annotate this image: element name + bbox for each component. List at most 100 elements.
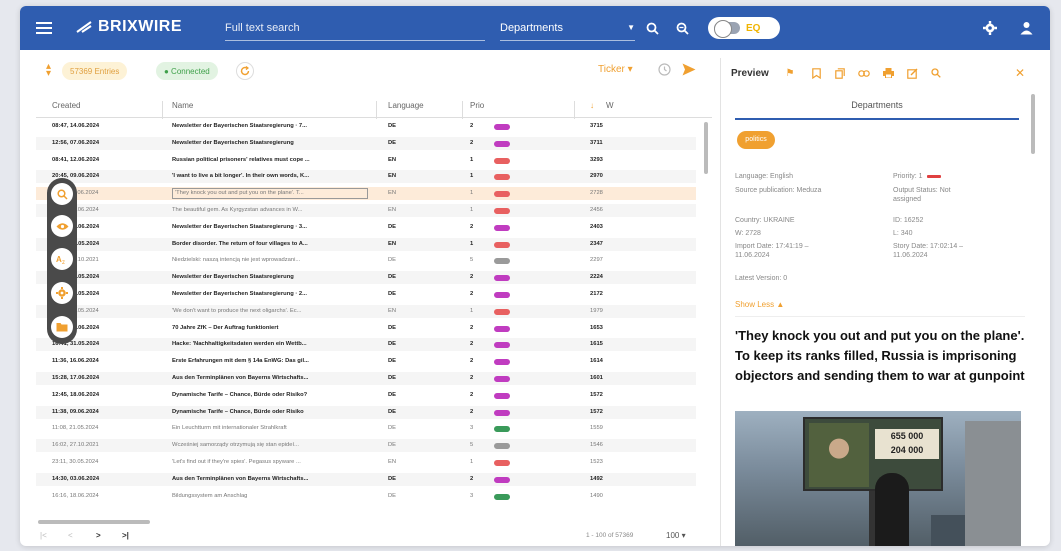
print-icon[interactable] [881, 66, 895, 80]
table-row[interactable]: 15:28, 17.06.2024 Aus den Terminplänen vo… [36, 372, 696, 385]
first-page-button[interactable]: |< [40, 531, 47, 540]
column-divider[interactable] [574, 101, 575, 119]
settings-icon[interactable] [51, 282, 73, 304]
cell-language: DE [388, 123, 397, 129]
ticker-dropdown[interactable]: Ticker ▾ [598, 64, 633, 75]
menu-icon[interactable] [34, 18, 54, 38]
cell-w: 1490 [590, 492, 603, 499]
cell-language: EN [388, 307, 397, 314]
priority-color-bar [494, 342, 510, 349]
cell-language: EN [388, 190, 397, 197]
last-page-button[interactable]: >| [122, 531, 129, 540]
full-text-search-input[interactable] [225, 15, 485, 41]
column-divider[interactable] [376, 101, 377, 119]
sort-desc-icon[interactable]: ↓ [590, 101, 594, 110]
cell-created: 12:45, 18.06.2024 [52, 391, 100, 398]
photo-soldier [809, 423, 869, 487]
article-headline: 'They knock you out and put you on the p… [735, 328, 1025, 383]
entries-toolbar: ▴ ▾ 57369 Entries ● Connected Ticker ▾ [20, 50, 712, 90]
table-row[interactable]: 13:31, 03.06.202470 Jahre ZfK – Der Auft… [36, 322, 696, 335]
table-row[interactable]: 08:47, 14.06.2024 Newsletter der Bayerisc… [36, 120, 696, 133]
cell-created: 12:56, 07.06.2024 [52, 139, 100, 146]
table-row[interactable]: 12:56, 07.06.2024Newsletter der Bayerisc… [36, 221, 696, 234]
col-header-created[interactable]: Created [52, 101, 80, 110]
column-divider[interactable] [462, 101, 463, 119]
priority-color-bar [494, 325, 510, 332]
horizontal-scrollbar[interactable] [38, 520, 150, 524]
cell-w: 1546 [590, 442, 603, 449]
col-header-prio[interactable]: Prio [470, 101, 484, 110]
table-row[interactable]: 10:56, 24.05.2024Newsletter der Bayerisc… [36, 271, 696, 285]
table-row[interactable]: 17:03, 21.05.2024'We don't want to produ… [36, 304, 696, 318]
departments-field[interactable]: Departments [735, 92, 1019, 120]
table-row[interactable]: 11:08, 21.05.2024 Ein Leuchtturm mit inte… [36, 422, 696, 435]
preview-scrollbar[interactable] [1031, 94, 1035, 154]
priority-color-bar [494, 191, 510, 198]
copy-icon[interactable] [833, 66, 847, 80]
send-icon[interactable] [682, 63, 696, 81]
table-row[interactable]: 11:36, 16.06.2024 Erste Erfahrungen mit d… [36, 355, 696, 368]
table-row[interactable]: 08:41, 12.06.2024 Russian political priso… [36, 154, 696, 167]
cell-name: Newsletter der Bayerischen Staatsregieru… [172, 274, 294, 281]
table-row[interactable]: 08:39, 31.05.2024Newsletter der Bayerisc… [36, 288, 696, 301]
cell-prio: 1 [470, 207, 474, 213]
cell-prio: 1 [470, 240, 474, 247]
politics-tag[interactable]: politics [737, 131, 775, 149]
meta-story-date: Story Date: 17:02:14 – 11.06.2024 [893, 243, 964, 259]
cell-language: EN [388, 459, 397, 465]
entries-panel: ▴ ▾ 57369 Entries ● Connected Ticker ▾ Cr… [20, 50, 712, 546]
flag-icon[interactable]: ⚑ [783, 66, 797, 80]
eq-toggle[interactable]: EQ [708, 17, 780, 39]
table-row[interactable]: 17:41, 11.06.2024'They knock you out and… [36, 187, 696, 201]
table-row[interactable]: 23:11, 30.05.2024 'Let's find out if they… [36, 456, 696, 469]
table-row[interactable]: 16:16, 18.06.2024 Bildungssystem am Ansch… [36, 490, 696, 503]
app-title: BRIXWIRE [98, 18, 182, 35]
eye-icon[interactable] [51, 215, 73, 237]
table-row[interactable]: 11:38, 09.06.2024 Dynamische Tarife – Cha… [36, 405, 696, 419]
show-less-toggle[interactable]: Show Less ▲ [735, 300, 784, 309]
table-row[interactable]: 16:02, 27.10.2021 Wcześniej samorządy otr… [36, 439, 696, 453]
priority-color-bar [494, 174, 510, 181]
search-icon[interactable] [642, 18, 662, 38]
table-row[interactable]: 20:45, 09.06.2024 'I want to live a bit l… [36, 170, 696, 184]
cell-w: 1523 [590, 459, 603, 465]
table-row[interactable]: 12:45, 18.06.2024 Dynamische Tarife – Cha… [36, 389, 696, 402]
link-icon[interactable] [857, 66, 871, 80]
cell-name: Dynamische Tarife – Chance, Bürde oder R… [172, 408, 304, 415]
folder-icon[interactable] [51, 316, 73, 338]
vertical-scrollbar[interactable] [704, 122, 708, 174]
table-row[interactable]: 16:41, 31.05.2024 Hacke: 'Nachhaltigkeits… [36, 338, 696, 352]
col-header-w[interactable]: W [606, 101, 614, 110]
cell-created: 08:41, 12.06.2024 [52, 156, 100, 163]
bookmark-icon[interactable] [809, 66, 823, 80]
table-row[interactable]: 15:03, 14.06.2024The beautiful gem. As K… [36, 204, 696, 217]
next-page-button[interactable]: > [96, 531, 101, 540]
cell-language: DE [388, 492, 397, 499]
departments-select[interactable]: Departments ▼ [500, 15, 635, 41]
cell-prio: 2 [470, 375, 474, 381]
search-icon[interactable] [51, 183, 73, 205]
close-icon[interactable]: ✕ [1013, 66, 1027, 80]
search-icon[interactable] [929, 66, 943, 80]
priority-color-bar [494, 224, 510, 231]
cell-prio: 2 [470, 408, 474, 415]
col-header-name[interactable]: Name [172, 101, 193, 110]
table-row[interactable]: 14:30, 03.06.2024 Aus den Terminplänen vo… [36, 472, 696, 486]
clock-icon[interactable] [658, 63, 671, 81]
prev-page-button[interactable]: < [68, 531, 73, 540]
table-row[interactable]: 12:56, 07.06.2024Newsletter der Bayerisc… [36, 136, 696, 150]
refresh-icon[interactable] [236, 62, 254, 80]
col-header-language[interactable]: Language [388, 101, 424, 110]
table-row[interactable]: 15:23, 21.05.2024Border disorder. The re… [36, 237, 696, 251]
user-icon[interactable] [1016, 18, 1036, 38]
entries-count-badge: 57369 Entries [62, 62, 128, 80]
advanced-search-icon[interactable] [672, 18, 692, 38]
page-size-select[interactable]: 100 ▾ [666, 531, 686, 540]
edit-icon[interactable] [905, 66, 919, 80]
sort-icon[interactable]: ▴ ▾ [46, 62, 51, 79]
table-row[interactable]: 16:02, 27.10.2021Niedzielski: naszą inte… [36, 254, 696, 267]
gear-icon[interactable] [980, 18, 1000, 38]
column-divider[interactable] [162, 101, 163, 119]
translate-icon[interactable]: Az [51, 248, 73, 270]
cell-created: 11:08, 21.05.2024 [52, 425, 99, 432]
